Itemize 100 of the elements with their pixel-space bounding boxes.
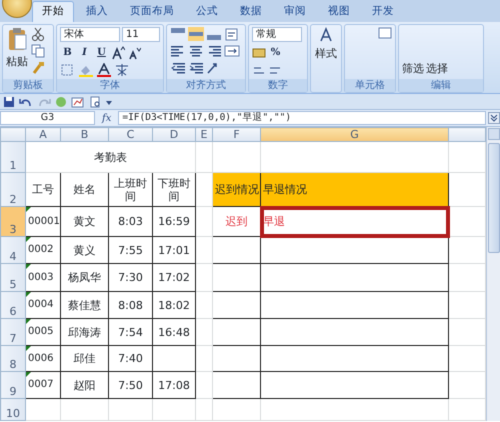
cell-text: 迟到情况 <box>215 183 259 196</box>
cell-text: 早退情况 <box>263 183 307 196</box>
currency-icon[interactable] <box>252 46 266 60</box>
error-flag-icon[interactable] <box>26 319 31 324</box>
error-flag-icon[interactable] <box>26 292 31 298</box>
row-header[interactable]: 1 <box>0 142 26 173</box>
cell-text: 8:08 <box>118 298 143 312</box>
row-header[interactable]: 3 <box>0 206 26 237</box>
cut-icon[interactable] <box>31 27 45 41</box>
filter-button[interactable]: 筛选 <box>402 60 424 77</box>
cell-text: 蔡佳慧 <box>68 298 101 312</box>
cell-text: 黄义 <box>74 244 96 257</box>
paste-label[interactable]: 粘贴 <box>6 54 28 70</box>
styles-icon[interactable] <box>319 27 333 43</box>
copy-icon[interactable] <box>31 44 45 58</box>
ribbon-tab[interactable]: 审阅 <box>274 1 316 22</box>
number-format-field[interactable]: 常规 <box>252 27 302 42</box>
cell-text: 上班时间 <box>114 176 147 203</box>
save-icon[interactable] <box>3 96 15 108</box>
ribbon-tab[interactable]: 开发 <box>362 1 404 22</box>
cell-text: 7:55 <box>118 244 143 257</box>
cell-text: 邱佳 <box>74 352 96 366</box>
expand-icon[interactable] <box>488 112 500 124</box>
wrap-text-icon[interactable] <box>224 27 240 41</box>
cell-text: 18:02 <box>158 298 190 312</box>
error-flag-icon[interactable] <box>26 264 31 270</box>
row-header[interactable]: 8 <box>0 346 26 372</box>
formula-field[interactable]: =IF(D3<TIME(17,0,0),"早退","") <box>118 111 486 125</box>
function-button[interactable]: fx <box>97 110 116 126</box>
error-flag-icon[interactable] <box>26 346 31 352</box>
decrease-indent-icon[interactable] <box>170 61 186 75</box>
error-flag-icon[interactable] <box>26 207 31 212</box>
merge-icon[interactable] <box>224 44 240 58</box>
highlighted-cell[interactable]: 早退 <box>260 206 448 237</box>
group-label: 单元格 <box>345 79 395 92</box>
name-box[interactable]: G3 <box>0 111 95 125</box>
increase-indent-icon[interactable] <box>188 61 204 75</box>
cell-text: 16:59 <box>158 215 190 228</box>
font-color-icon[interactable] <box>96 63 112 77</box>
phonetic-icon[interactable] <box>114 63 130 77</box>
align-left-icon[interactable] <box>170 44 186 58</box>
row-header[interactable]: 4 <box>0 236 26 264</box>
group-label: 数字 <box>249 79 307 92</box>
cell-text: 杨凤华 <box>68 271 101 284</box>
chart-icon[interactable] <box>71 96 85 108</box>
font-size-field[interactable]: 11 <box>122 27 160 42</box>
column-header[interactable]: C <box>108 128 152 142</box>
row-header[interactable]: 2 <box>0 172 26 207</box>
bold-button[interactable]: B <box>60 45 75 60</box>
group-label: 字体 <box>57 79 163 92</box>
cell-text: 工号 <box>32 183 54 196</box>
underline-button[interactable]: U <box>94 45 109 60</box>
column-header[interactable]: E <box>196 128 212 142</box>
row-header[interactable]: 9 <box>0 372 26 399</box>
cell-text: 0006 <box>28 352 54 364</box>
select-button[interactable]: 选择 <box>426 60 448 77</box>
ribbon-tab[interactable]: 开始 <box>32 1 74 22</box>
ribbon-tab[interactable]: 插入 <box>76 1 118 22</box>
align-right-icon[interactable] <box>206 44 222 58</box>
ribbon-tab[interactable]: 视图 <box>318 1 360 22</box>
row-header[interactable]: 7 <box>0 318 26 346</box>
styles-button[interactable]: 样式 <box>315 46 337 62</box>
print-preview-icon[interactable] <box>89 96 101 108</box>
vertical-scrollbar[interactable] <box>486 127 500 422</box>
column-header[interactable]: G <box>260 128 448 142</box>
ribbon-tab[interactable]: 页面布局 <box>120 1 184 22</box>
ribbon-tab[interactable]: 数据 <box>230 1 272 22</box>
group-label: 对齐方式 <box>167 79 245 92</box>
cell-text: 姓名 <box>74 183 96 196</box>
cell-text: 16:48 <box>158 326 190 339</box>
cell-text: 黄文 <box>74 215 96 228</box>
column-header[interactable]: F <box>212 128 260 142</box>
cell-text: 7:54 <box>118 326 143 339</box>
cell-text: 0003 <box>28 272 54 283</box>
cell-text: 17:01 <box>158 244 190 257</box>
grow-font-icon[interactable] <box>111 46 125 60</box>
percent-button[interactable]: % <box>268 45 283 60</box>
cell-text: 早退 <box>263 215 285 228</box>
italic-button[interactable]: I <box>77 45 92 60</box>
cell-text: 赵阳 <box>74 378 96 392</box>
font-name-field[interactable]: 宋体 <box>60 27 120 42</box>
row-header[interactable]: 5 <box>0 264 26 292</box>
row-header[interactable]: 10 <box>0 398 26 421</box>
group-label: 剪贴板 <box>3 79 53 92</box>
align-center-icon[interactable] <box>188 44 204 58</box>
row-header[interactable]: 6 <box>0 292 26 319</box>
cell-text: 17:02 <box>158 271 190 284</box>
column-header[interactable]: D <box>152 128 196 142</box>
format-icon[interactable] <box>378 27 392 39</box>
cell-text: 17:08 <box>158 378 190 392</box>
column-header[interactable]: B <box>60 128 108 142</box>
error-flag-icon[interactable] <box>26 372 31 378</box>
cell-text: 7:50 <box>118 378 143 392</box>
column-header[interactable]: A <box>26 128 60 142</box>
cell-text: 8:03 <box>118 215 143 228</box>
cell-text: 0005 <box>28 326 54 338</box>
cell-text: 下班时间 <box>158 176 190 203</box>
ribbon-tab[interactable]: 公式 <box>186 1 228 22</box>
error-flag-icon[interactable] <box>26 237 31 242</box>
shrink-font-icon[interactable] <box>127 46 141 60</box>
